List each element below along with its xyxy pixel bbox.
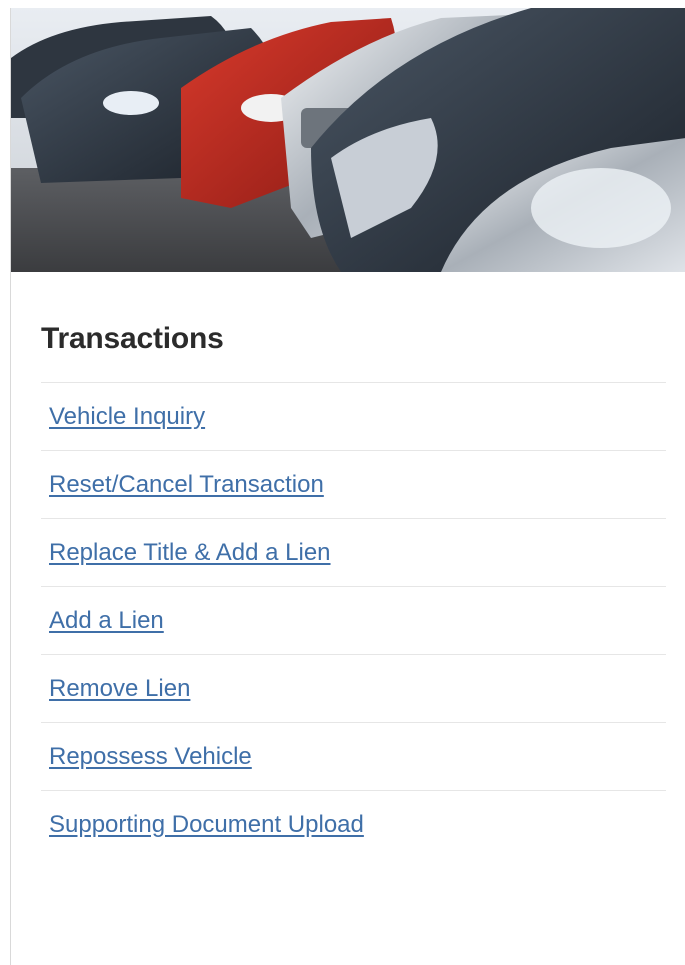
transactions-card: Transactions Vehicle Inquiry Reset/Cance…	[10, 8, 685, 965]
reset-cancel-transaction-link[interactable]: Reset/Cancel Transaction	[49, 471, 324, 499]
vehicle-inquiry-link[interactable]: Vehicle Inquiry	[49, 403, 205, 431]
add-lien-link[interactable]: Add a Lien	[49, 607, 164, 635]
list-item: Add a Lien	[41, 587, 666, 655]
list-item: Reset/Cancel Transaction	[41, 451, 666, 519]
list-item: Vehicle Inquiry	[41, 383, 666, 451]
car-lot-image	[11, 8, 685, 272]
list-item: Repossess Vehicle	[41, 723, 666, 791]
list-item: Supporting Document Upload	[41, 791, 666, 858]
supporting-document-upload-link[interactable]: Supporting Document Upload	[49, 811, 364, 839]
remove-lien-link[interactable]: Remove Lien	[49, 675, 190, 703]
list-item: Remove Lien	[41, 655, 666, 723]
transactions-link-list: Vehicle Inquiry Reset/Cancel Transaction…	[41, 382, 666, 858]
transactions-section: Transactions Vehicle Inquiry Reset/Cance…	[41, 316, 666, 858]
repossess-vehicle-link[interactable]: Repossess Vehicle	[49, 743, 252, 771]
replace-title-add-lien-link[interactable]: Replace Title & Add a Lien	[49, 539, 331, 567]
list-item: Replace Title & Add a Lien	[41, 519, 666, 587]
section-title: Transactions	[41, 322, 224, 355]
